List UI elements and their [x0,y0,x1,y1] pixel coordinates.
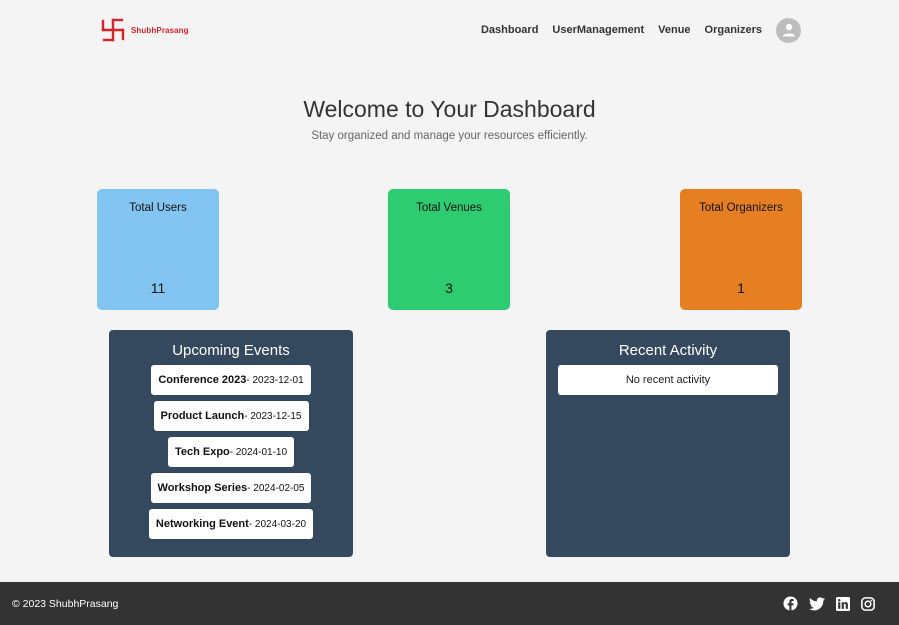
event-item[interactable]: Workshop Series - 2024-02-05 [150,473,312,503]
event-date: - 2023-12-15 [244,410,302,422]
nav-link-user-management[interactable]: UserManagement [552,24,644,36]
nav-link-dashboard[interactable]: Dashboard [481,24,538,36]
event-date: - 2024-01-10 [229,446,288,458]
event-date: - 2024-02-05 [247,482,305,494]
stat-card-total-organizers: Total Organizers 1 [680,189,802,310]
brand-logo[interactable]: ShubhPrasang [100,17,189,43]
upcoming-events-panel: Upcoming Events Conference 2023 - 2023-1… [109,330,353,557]
nav-link-venue[interactable]: Venue [658,24,690,36]
event-name: Networking Event [155,518,249,530]
recent-activity-empty-message: No recent activity [558,365,778,395]
event-date: - 2023-12-01 [246,374,304,386]
event-list: Conference 2023 - 2023-12-01 Product Lau… [109,365,353,539]
nav-links: Dashboard UserManagement Venue Organizer… [481,17,801,43]
nav-link-organizers[interactable]: Organizers [705,24,762,36]
facebook-icon[interactable] [783,596,798,611]
user-avatar-button[interactable] [776,17,801,43]
event-item[interactable]: Product Launch - 2023-12-15 [153,401,309,431]
stat-label: Total Users [129,202,187,214]
recent-activity-title: Recent Activity [618,342,718,359]
stat-label: Total Organizers [699,202,783,214]
stat-value: 3 [445,280,453,296]
event-name: Tech Expo [174,446,230,458]
swastika-logo-icon [101,18,125,42]
stat-label: Total Venues [416,202,482,214]
event-name: Product Launch [160,410,245,422]
stat-value: 11 [150,280,166,296]
upcoming-events-title: Upcoming Events [172,342,290,359]
stat-card-total-users: Total Users 11 [97,189,219,310]
stat-card-total-venues: Total Venues 3 [388,189,510,310]
instagram-icon[interactable] [861,596,875,611]
event-item[interactable]: Tech Expo - 2024-01-10 [167,437,295,467]
footer: © 2023 ShubhPrasang [0,582,899,625]
social-links [783,596,875,611]
page-title: Welcome to Your Dashboard [303,96,596,122]
event-name: Workshop Series [157,482,248,494]
stat-value: 1 [737,280,745,296]
user-avatar-icon [782,23,795,37]
page-subtitle: Stay organized and manage your resources… [311,130,588,142]
linkedin-icon[interactable] [836,596,850,611]
event-date: - 2024-03-20 [248,518,307,530]
recent-activity-panel: Recent Activity No recent activity [546,330,790,557]
brand-name: ShubhPrasang [131,25,189,35]
event-item[interactable]: Networking Event - 2024-03-20 [148,509,314,539]
event-name: Conference 2023 [158,374,247,386]
event-item[interactable]: Conference 2023 - 2023-12-01 [151,365,311,395]
navbar: ShubhPrasang Dashboard UserManagement Ve… [0,0,899,60]
twitter-icon[interactable] [809,596,825,611]
footer-copyright: © 2023 ShubhPrasang [12,598,119,610]
